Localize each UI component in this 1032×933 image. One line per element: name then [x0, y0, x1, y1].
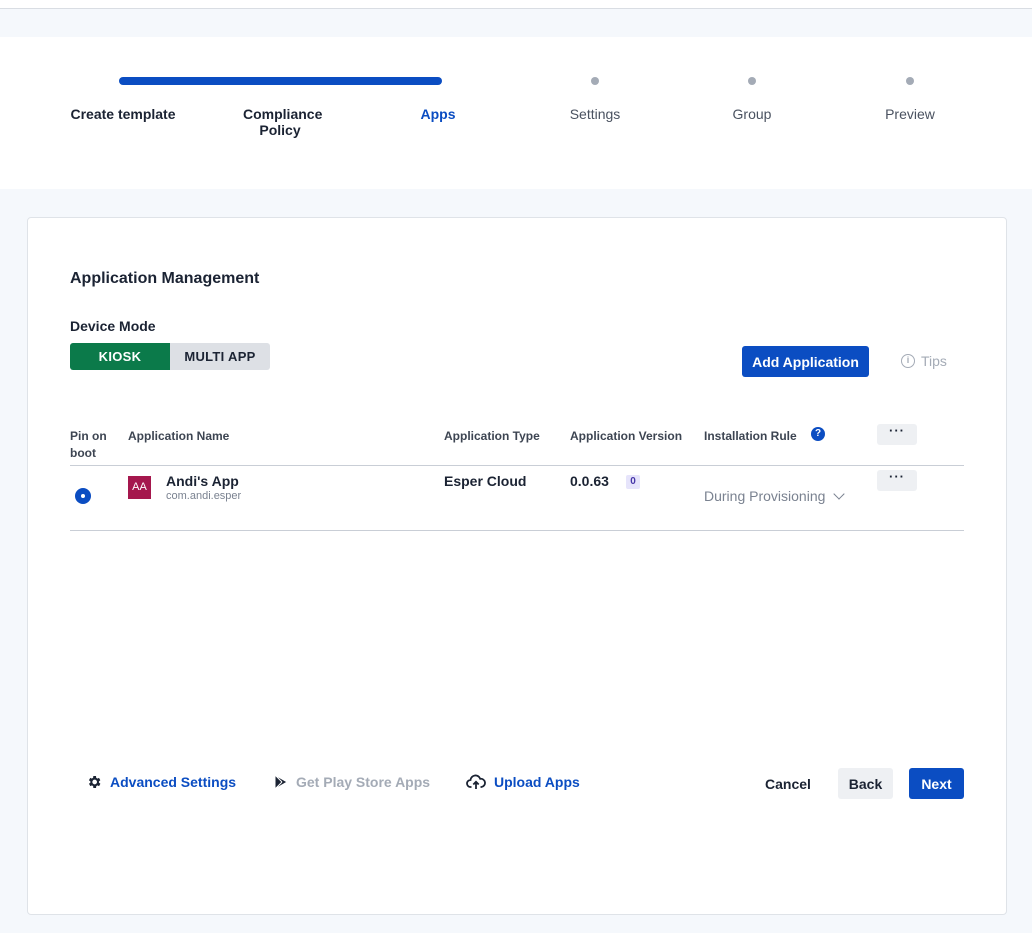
upload-apps-label: Upload Apps: [494, 774, 580, 790]
step-dot-settings: [591, 77, 599, 85]
gear-icon: [88, 776, 101, 788]
header-more-button[interactable]: ···: [877, 424, 917, 445]
chevron-down-icon: [833, 488, 846, 500]
step-apps[interactable]: Apps: [363, 106, 513, 122]
installation-rule-value: During Provisioning: [704, 488, 826, 504]
wizard-stepper: Create template Compliance Policy Apps S…: [0, 37, 1032, 189]
mode-multi-app-button[interactable]: MULTI APP: [170, 343, 270, 370]
header-application-version: Application Version: [570, 429, 683, 443]
app-name: Andi's App: [166, 473, 239, 489]
tips-label: Tips: [921, 353, 947, 369]
table-row-divider: [70, 530, 964, 531]
step-create-template[interactable]: Create template: [48, 106, 198, 122]
app-icon: AA: [128, 476, 151, 499]
device-mode-label: Device Mode: [70, 318, 156, 334]
app-version: 0.0.63: [570, 473, 609, 489]
play-store-label: Get Play Store Apps: [296, 774, 431, 790]
section-title: Application Management: [70, 270, 260, 287]
pin-on-boot-radio[interactable]: [75, 488, 91, 504]
info-icon: i: [901, 354, 915, 368]
application-management-card: Application Management Device Mode KIOSK…: [27, 217, 1007, 915]
device-mode-toggle: KIOSK MULTI APP: [70, 343, 270, 370]
next-button[interactable]: Next: [909, 768, 964, 799]
header-pin-on-boot: Pin on boot: [70, 429, 107, 460]
step-compliance-policy[interactable]: Compliance Policy: [205, 106, 355, 138]
header-application-name: Application Name: [128, 429, 230, 443]
cancel-button[interactable]: Cancel: [754, 768, 822, 799]
stepper-progress-bar: [119, 77, 442, 85]
header-application-type: Application Type: [444, 429, 540, 443]
add-application-button[interactable]: Add Application: [742, 346, 869, 377]
version-badge: 0: [626, 475, 640, 489]
mode-kiosk-button[interactable]: KIOSK: [70, 343, 170, 370]
step-group[interactable]: Group: [677, 106, 827, 122]
installation-rule-select[interactable]: During Provisioning: [704, 488, 846, 504]
step-dot-group: [748, 77, 756, 85]
advanced-settings-link[interactable]: Advanced Settings: [86, 774, 236, 790]
play-store-icon: [274, 774, 288, 790]
step-dot-preview: [906, 77, 914, 85]
app-package: com.andi.esper: [166, 490, 242, 502]
header-installation-rule: Installation Rule: [704, 429, 797, 443]
row-more-button[interactable]: ···: [877, 470, 917, 491]
tips-link[interactable]: i Tips: [901, 353, 947, 369]
step-preview[interactable]: Preview: [835, 106, 985, 122]
upload-apps-link[interactable]: Upload Apps: [466, 774, 580, 790]
back-button[interactable]: Back: [838, 768, 893, 799]
cloud-upload-icon: [466, 774, 486, 789]
top-strip: [0, 0, 1032, 8]
help-icon[interactable]: ?: [811, 427, 825, 441]
step-settings[interactable]: Settings: [520, 106, 670, 122]
table-header-divider: [70, 465, 964, 466]
get-play-store-apps-link[interactable]: Get Play Store Apps: [274, 774, 430, 790]
app-type: Esper Cloud: [444, 473, 527, 489]
advanced-settings-label: Advanced Settings: [110, 774, 237, 790]
top-divider: [0, 8, 1032, 9]
